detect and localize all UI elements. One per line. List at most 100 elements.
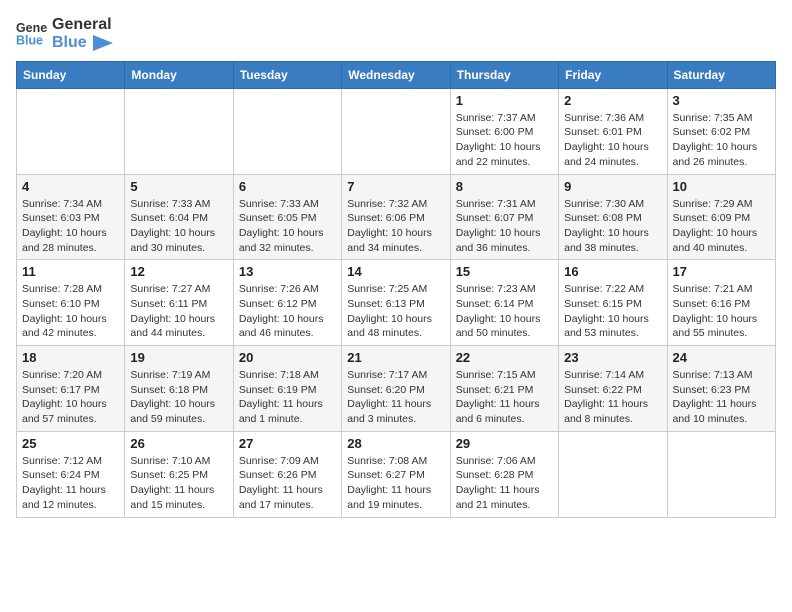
day-number: 21 <box>347 350 444 365</box>
day-number: 15 <box>456 264 553 279</box>
svg-text:Blue: Blue <box>16 34 43 48</box>
day-info: Sunrise: 7:14 AM Sunset: 6:22 PM Dayligh… <box>564 368 661 427</box>
day-number: 6 <box>239 179 336 194</box>
calendar-cell <box>125 88 233 174</box>
calendar-cell: 9 Sunrise: 7:30 AM Sunset: 6:08 PM Daylig… <box>559 174 667 260</box>
calendar-week-4: 18Sunrise: 7:20 AM Sunset: 6:17 PM Dayli… <box>17 346 776 432</box>
calendar-cell: 24 Sunrise: 7:13 AM Sunset: 6:23 PM Dayli… <box>667 346 775 432</box>
calendar-cell <box>667 431 775 517</box>
calendar-cell: 10 Sunrise: 7:29 AM Sunset: 6:09 PM Dayli… <box>667 174 775 260</box>
calendar-cell: 11 Sunrise: 7:28 AM Sunset: 6:10 PM Dayli… <box>17 260 125 346</box>
day-number: 7 <box>347 179 444 194</box>
logo-general: General <box>52 16 113 34</box>
calendar-week-1: 1 Sunrise: 7:37 AM Sunset: 6:00 PM Daylig… <box>17 88 776 174</box>
weekday-header-sunday: Sunday <box>17 61 125 88</box>
calendar-cell: 6 Sunrise: 7:33 AM Sunset: 6:05 PM Daylig… <box>233 174 341 260</box>
calendar-cell: 18Sunrise: 7:20 AM Sunset: 6:17 PM Dayli… <box>17 346 125 432</box>
day-number: 3 <box>673 93 770 108</box>
weekday-header-wednesday: Wednesday <box>342 61 450 88</box>
day-info: Sunrise: 7:37 AM Sunset: 6:00 PM Dayligh… <box>456 111 553 170</box>
day-info: Sunrise: 7:28 AM Sunset: 6:10 PM Dayligh… <box>22 282 119 341</box>
day-number: 24 <box>673 350 770 365</box>
day-number: 10 <box>673 179 770 194</box>
calendar-cell: 27Sunrise: 7:09 AM Sunset: 6:26 PM Dayli… <box>233 431 341 517</box>
day-info: Sunrise: 7:21 AM Sunset: 6:16 PM Dayligh… <box>673 282 770 341</box>
day-number: 14 <box>347 264 444 279</box>
calendar-cell <box>559 431 667 517</box>
day-info: Sunrise: 7:06 AM Sunset: 6:28 PM Dayligh… <box>456 454 553 513</box>
calendar-week-2: 4 Sunrise: 7:34 AM Sunset: 6:03 PM Daylig… <box>17 174 776 260</box>
logo-arrow-icon <box>93 35 113 51</box>
calendar-week-3: 11 Sunrise: 7:28 AM Sunset: 6:10 PM Dayli… <box>17 260 776 346</box>
day-info: Sunrise: 7:33 AM Sunset: 6:05 PM Dayligh… <box>239 197 336 256</box>
calendar-cell: 1 Sunrise: 7:37 AM Sunset: 6:00 PM Daylig… <box>450 88 558 174</box>
day-number: 11 <box>22 264 119 279</box>
day-info: Sunrise: 7:32 AM Sunset: 6:06 PM Dayligh… <box>347 197 444 256</box>
day-number: 12 <box>130 264 227 279</box>
day-info: Sunrise: 7:10 AM Sunset: 6:25 PM Dayligh… <box>130 454 227 513</box>
day-info: Sunrise: 7:29 AM Sunset: 6:09 PM Dayligh… <box>673 197 770 256</box>
calendar-cell: 19 Sunrise: 7:19 AM Sunset: 6:18 PM Dayli… <box>125 346 233 432</box>
calendar-cell: 16Sunrise: 7:22 AM Sunset: 6:15 PM Dayli… <box>559 260 667 346</box>
weekday-header-thursday: Thursday <box>450 61 558 88</box>
day-number: 26 <box>130 436 227 451</box>
calendar-cell: 29 Sunrise: 7:06 AM Sunset: 6:28 PM Dayli… <box>450 431 558 517</box>
weekday-header-row: SundayMondayTuesdayWednesdayThursdayFrid… <box>17 61 776 88</box>
day-number: 29 <box>456 436 553 451</box>
day-number: 23 <box>564 350 661 365</box>
day-number: 4 <box>22 179 119 194</box>
logo-blue: Blue <box>52 34 113 52</box>
day-info: Sunrise: 7:23 AM Sunset: 6:14 PM Dayligh… <box>456 282 553 341</box>
calendar-cell: 2 Sunrise: 7:36 AM Sunset: 6:01 PM Daylig… <box>559 88 667 174</box>
day-info: Sunrise: 7:31 AM Sunset: 6:07 PM Dayligh… <box>456 197 553 256</box>
calendar-cell: 4 Sunrise: 7:34 AM Sunset: 6:03 PM Daylig… <box>17 174 125 260</box>
day-number: 27 <box>239 436 336 451</box>
day-info: Sunrise: 7:15 AM Sunset: 6:21 PM Dayligh… <box>456 368 553 427</box>
day-number: 13 <box>239 264 336 279</box>
logo: General Blue General Blue <box>16 16 113 53</box>
calendar-week-5: 25Sunrise: 7:12 AM Sunset: 6:24 PM Dayli… <box>17 431 776 517</box>
day-info: Sunrise: 7:19 AM Sunset: 6:18 PM Dayligh… <box>130 368 227 427</box>
weekday-header-saturday: Saturday <box>667 61 775 88</box>
calendar-cell <box>17 88 125 174</box>
day-info: Sunrise: 7:08 AM Sunset: 6:27 PM Dayligh… <box>347 454 444 513</box>
logo-icon: General Blue <box>16 18 48 50</box>
calendar-cell: 3 Sunrise: 7:35 AM Sunset: 6:02 PM Daylig… <box>667 88 775 174</box>
day-number: 20 <box>239 350 336 365</box>
calendar-cell: 26 Sunrise: 7:10 AM Sunset: 6:25 PM Dayli… <box>125 431 233 517</box>
day-info: Sunrise: 7:26 AM Sunset: 6:12 PM Dayligh… <box>239 282 336 341</box>
calendar-cell <box>342 88 450 174</box>
day-info: Sunrise: 7:22 AM Sunset: 6:15 PM Dayligh… <box>564 282 661 341</box>
day-number: 19 <box>130 350 227 365</box>
calendar-table: SundayMondayTuesdayWednesdayThursdayFrid… <box>16 61 776 518</box>
day-info: Sunrise: 7:33 AM Sunset: 6:04 PM Dayligh… <box>130 197 227 256</box>
calendar-cell: 17 Sunrise: 7:21 AM Sunset: 6:16 PM Dayli… <box>667 260 775 346</box>
day-number: 22 <box>456 350 553 365</box>
day-number: 17 <box>673 264 770 279</box>
day-number: 25 <box>22 436 119 451</box>
calendar-cell: 21 Sunrise: 7:17 AM Sunset: 6:20 PM Dayli… <box>342 346 450 432</box>
day-number: 9 <box>564 179 661 194</box>
day-info: Sunrise: 7:36 AM Sunset: 6:01 PM Dayligh… <box>564 111 661 170</box>
calendar-cell: 23 Sunrise: 7:14 AM Sunset: 6:22 PM Dayli… <box>559 346 667 432</box>
weekday-header-monday: Monday <box>125 61 233 88</box>
day-info: Sunrise: 7:35 AM Sunset: 6:02 PM Dayligh… <box>673 111 770 170</box>
calendar-cell: 14Sunrise: 7:25 AM Sunset: 6:13 PM Dayli… <box>342 260 450 346</box>
calendar-cell <box>233 88 341 174</box>
calendar-cell: 12 Sunrise: 7:27 AM Sunset: 6:11 PM Dayli… <box>125 260 233 346</box>
weekday-header-tuesday: Tuesday <box>233 61 341 88</box>
calendar-cell: 8 Sunrise: 7:31 AM Sunset: 6:07 PM Daylig… <box>450 174 558 260</box>
weekday-header-friday: Friday <box>559 61 667 88</box>
day-info: Sunrise: 7:30 AM Sunset: 6:08 PM Dayligh… <box>564 197 661 256</box>
day-number: 1 <box>456 93 553 108</box>
day-info: Sunrise: 7:13 AM Sunset: 6:23 PM Dayligh… <box>673 368 770 427</box>
calendar-cell: 5Sunrise: 7:33 AM Sunset: 6:04 PM Daylig… <box>125 174 233 260</box>
day-number: 2 <box>564 93 661 108</box>
day-info: Sunrise: 7:27 AM Sunset: 6:11 PM Dayligh… <box>130 282 227 341</box>
day-info: Sunrise: 7:34 AM Sunset: 6:03 PM Dayligh… <box>22 197 119 256</box>
page-header: General Blue General Blue <box>16 16 776 53</box>
day-number: 8 <box>456 179 553 194</box>
day-info: Sunrise: 7:17 AM Sunset: 6:20 PM Dayligh… <box>347 368 444 427</box>
calendar-cell: 7 Sunrise: 7:32 AM Sunset: 6:06 PM Daylig… <box>342 174 450 260</box>
calendar-cell: 28Sunrise: 7:08 AM Sunset: 6:27 PM Dayli… <box>342 431 450 517</box>
